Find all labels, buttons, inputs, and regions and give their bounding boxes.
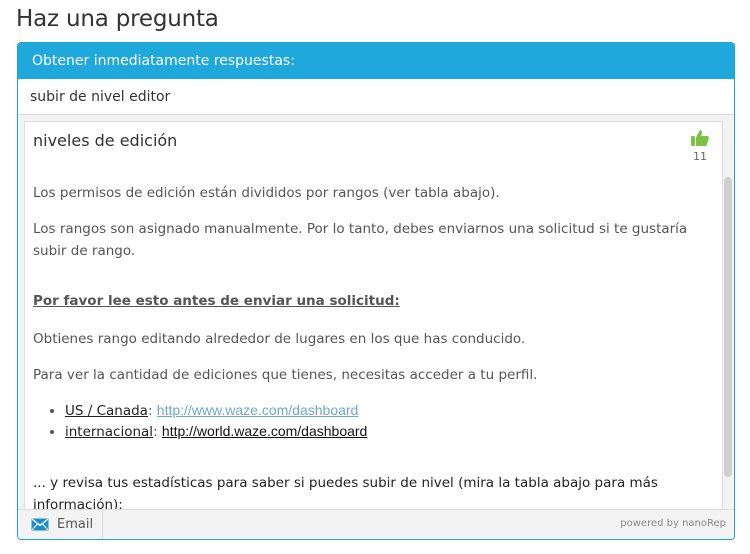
dashboard-links-list: US / Canada: http://www.waze.com/dashboa… [33,400,708,442]
region-label-international: internacional [65,424,154,440]
answer-card: niveles de edición 11 Los permisos de ed… [24,121,723,509]
like-widget[interactable]: 11 [688,128,712,163]
list-item: internacional: http://world.waze.com/das… [65,421,708,442]
widget-header: Obtener inmediatamente respuestas: [18,43,734,79]
results-area: niveles de edición 11 Los permisos de ed… [18,115,734,509]
envelope-icon [31,518,49,531]
page-title: Haz una pregunta [16,6,219,32]
email-label: Email [57,517,94,532]
answer-paragraph: Los rangos son asignado manualmente. Por… [33,221,688,259]
thumbs-up-icon[interactable] [690,128,710,148]
question-input[interactable] [18,79,734,115]
link-separator: : [153,424,162,440]
scrollbar-thumb[interactable] [724,177,732,477]
answer-paragraph: Los permisos de edición están divididos … [33,185,500,201]
answer-title[interactable]: niveles de edición [33,131,177,150]
widget-footer: Email powered by nanoRep [18,509,734,539]
answer-paragraph: ... y revisa tus estadísticas para saber… [33,475,658,509]
dashboard-link-world[interactable]: http://world.waze.com/dashboard [162,423,367,439]
notice-heading: Por favor lee esto antes de enviar una s… [33,293,400,309]
region-label-us-canada: US / Canada [65,403,148,419]
powered-by-label[interactable]: powered by nanoRep [620,518,726,529]
like-count: 11 [693,150,707,163]
faq-widget: Obtener inmediatamente respuestas: nivel… [17,42,735,540]
list-item: US / Canada: http://www.waze.com/dashboa… [65,400,708,421]
dashboard-link-us[interactable]: http://www.waze.com/dashboard [157,402,359,418]
scrollbar[interactable] [723,121,733,509]
link-separator: : [147,403,157,419]
answer-body: Los permisos de edición están divididos … [33,182,708,509]
answer-paragraph: Para ver la cantidad de ediciones que ti… [33,367,538,383]
email-button[interactable]: Email [18,510,103,539]
answer-paragraph: Obtienes rango editando alrededor de lug… [33,331,526,347]
